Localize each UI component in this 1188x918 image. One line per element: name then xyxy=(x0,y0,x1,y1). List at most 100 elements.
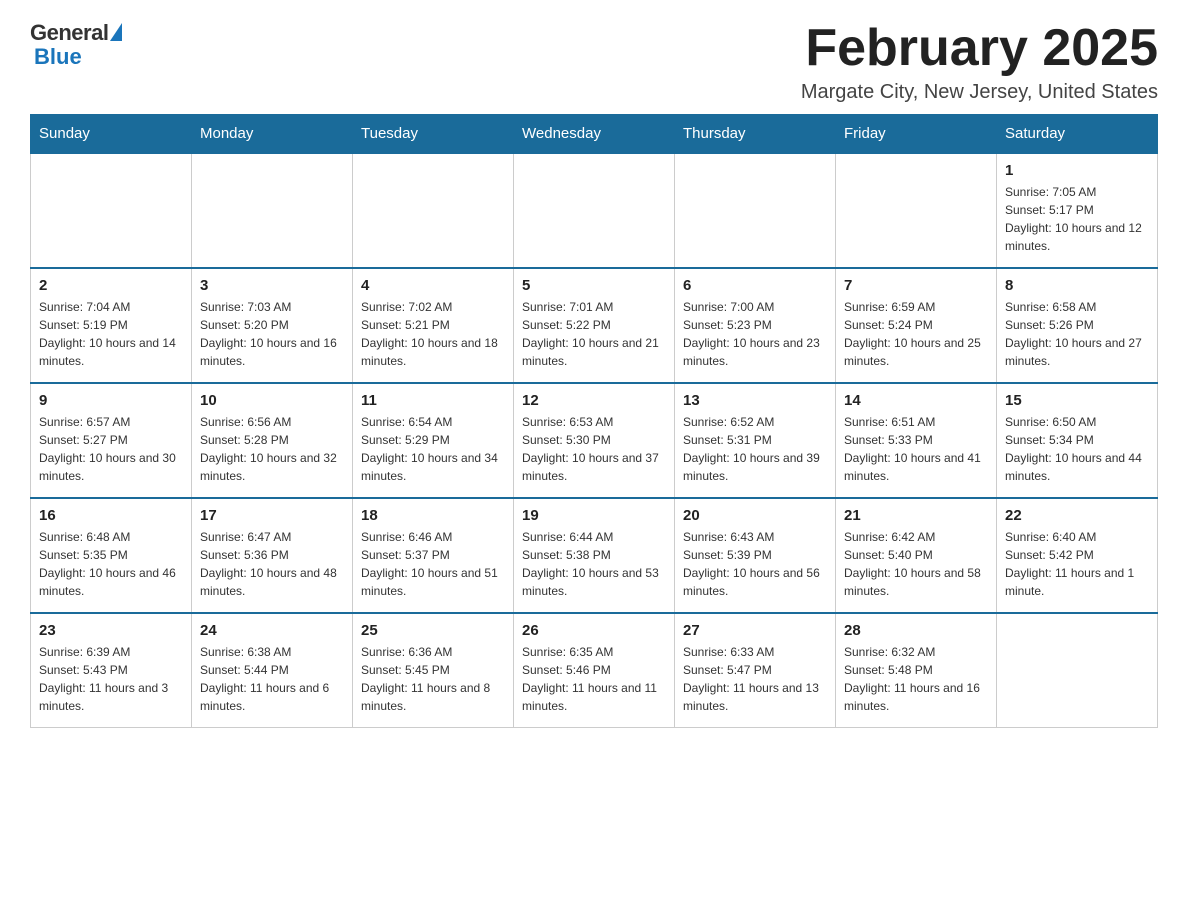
day-info: Sunrise: 6:54 AMSunset: 5:29 PMDaylight:… xyxy=(361,413,505,485)
day-info: Sunrise: 6:38 AMSunset: 5:44 PMDaylight:… xyxy=(200,643,344,715)
location-subtitle: Margate City, New Jersey, United States xyxy=(801,81,1158,104)
day-info: Sunrise: 6:36 AMSunset: 5:45 PMDaylight:… xyxy=(361,643,505,715)
table-row xyxy=(192,153,353,268)
calendar-table: Sunday Monday Tuesday Wednesday Thursday… xyxy=(30,114,1158,728)
header-thursday: Thursday xyxy=(675,115,836,154)
day-info: Sunrise: 6:47 AMSunset: 5:36 PMDaylight:… xyxy=(200,528,344,600)
header-friday: Friday xyxy=(836,115,997,154)
table-row: 20Sunrise: 6:43 AMSunset: 5:39 PMDayligh… xyxy=(675,498,836,613)
day-number: 26 xyxy=(522,622,666,639)
table-row xyxy=(31,153,192,268)
table-row: 21 Sunrise: 6:42 AMSunset: 5:40 PMDayligh… xyxy=(836,498,997,613)
day-number: 22 xyxy=(1005,507,1149,524)
day-number: 14 xyxy=(844,392,988,409)
table-row: 17 Sunrise: 6:47 AMSunset: 5:36 PMDayligh… xyxy=(192,498,353,613)
day-number: 7 xyxy=(844,277,988,294)
table-row: 27 Sunrise: 6:33 AMSunset: 5:47 PMDayligh… xyxy=(675,613,836,728)
day-number: 27 xyxy=(683,622,827,639)
table-row: 25 Sunrise: 6:36 AMSunset: 5:45 PMDayligh… xyxy=(353,613,514,728)
calendar-week-row: 16 Sunrise: 6:48 AMSunset: 5:35 PMDayligh… xyxy=(31,498,1158,613)
day-info: Sunrise: 6:39 AMSunset: 5:43 PMDaylight:… xyxy=(39,643,183,715)
day-number: 24 xyxy=(200,622,344,639)
table-row: 7 Sunrise: 6:59 AMSunset: 5:24 PMDaylight… xyxy=(836,268,997,383)
day-number: 5 xyxy=(522,277,666,294)
header-saturday: Saturday xyxy=(997,115,1158,154)
table-row xyxy=(675,153,836,268)
calendar-week-row: 1 Sunrise: 7:05 AMSunset: 5:17 PMDaylight… xyxy=(31,153,1158,268)
month-title: February 2025 xyxy=(801,20,1158,77)
day-info: Sunrise: 6:32 AMSunset: 5:48 PMDaylight:… xyxy=(844,643,988,715)
table-row: 23 Sunrise: 6:39 AMSunset: 5:43 PMDayligh… xyxy=(31,613,192,728)
day-number: 23 xyxy=(39,622,183,639)
day-number: 8 xyxy=(1005,277,1149,294)
day-number: 11 xyxy=(361,392,505,409)
table-row: 1 Sunrise: 7:05 AMSunset: 5:17 PMDaylight… xyxy=(997,153,1158,268)
table-row: 3 Sunrise: 7:03 AMSunset: 5:20 PMDaylight… xyxy=(192,268,353,383)
day-info: Sunrise: 6:57 AMSunset: 5:27 PMDaylight:… xyxy=(39,413,183,485)
logo: General Blue xyxy=(30,20,122,70)
day-info: Sunrise: 6:48 AMSunset: 5:35 PMDaylight:… xyxy=(39,528,183,600)
table-row: 19 Sunrise: 6:44 AMSunset: 5:38 PMDayligh… xyxy=(514,498,675,613)
day-number: 25 xyxy=(361,622,505,639)
table-row: 14 Sunrise: 6:51 AMSunset: 5:33 PMDayligh… xyxy=(836,383,997,498)
table-row: 22 Sunrise: 6:40 AMSunset: 5:42 PMDayligh… xyxy=(997,498,1158,613)
logo-general-text: General xyxy=(30,20,108,46)
logo-blue-text: Blue xyxy=(30,44,82,70)
table-row: 2Sunrise: 7:04 AMSunset: 5:19 PMDaylight… xyxy=(31,268,192,383)
table-row xyxy=(836,153,997,268)
day-number: 12 xyxy=(522,392,666,409)
header-wednesday: Wednesday xyxy=(514,115,675,154)
table-row: 5 Sunrise: 7:01 AMSunset: 5:22 PMDaylight… xyxy=(514,268,675,383)
day-info: Sunrise: 6:52 AMSunset: 5:31 PMDaylight:… xyxy=(683,413,827,485)
day-info: Sunrise: 6:46 AMSunset: 5:37 PMDaylight:… xyxy=(361,528,505,600)
day-info: Sunrise: 6:33 AMSunset: 5:47 PMDaylight:… xyxy=(683,643,827,715)
day-info: Sunrise: 7:04 AMSunset: 5:19 PMDaylight:… xyxy=(39,298,183,370)
day-number: 9 xyxy=(39,392,183,409)
day-number: 18 xyxy=(361,507,505,524)
table-row: 26 Sunrise: 6:35 AMSunset: 5:46 PMDayligh… xyxy=(514,613,675,728)
table-row: 15Sunrise: 6:50 AMSunset: 5:34 PMDayligh… xyxy=(997,383,1158,498)
calendar-week-row: 2Sunrise: 7:04 AMSunset: 5:19 PMDaylight… xyxy=(31,268,1158,383)
table-row: 8Sunrise: 6:58 AMSunset: 5:26 PMDaylight… xyxy=(997,268,1158,383)
table-row: 18 Sunrise: 6:46 AMSunset: 5:37 PMDayligh… xyxy=(353,498,514,613)
day-info: Sunrise: 6:40 AMSunset: 5:42 PMDaylight:… xyxy=(1005,528,1149,600)
day-number: 19 xyxy=(522,507,666,524)
day-number: 16 xyxy=(39,507,183,524)
day-info: Sunrise: 6:35 AMSunset: 5:46 PMDaylight:… xyxy=(522,643,666,715)
day-info: Sunrise: 7:00 AMSunset: 5:23 PMDaylight:… xyxy=(683,298,827,370)
day-info: Sunrise: 6:44 AMSunset: 5:38 PMDaylight:… xyxy=(522,528,666,600)
table-row: 28 Sunrise: 6:32 AMSunset: 5:48 PMDayligh… xyxy=(836,613,997,728)
table-row: 10Sunrise: 6:56 AMSunset: 5:28 PMDayligh… xyxy=(192,383,353,498)
day-number: 17 xyxy=(200,507,344,524)
day-number: 3 xyxy=(200,277,344,294)
header-sunday: Sunday xyxy=(31,115,192,154)
table-row: 12 Sunrise: 6:53 AMSunset: 5:30 PMDayligh… xyxy=(514,383,675,498)
day-number: 28 xyxy=(844,622,988,639)
day-info: Sunrise: 6:56 AMSunset: 5:28 PMDaylight:… xyxy=(200,413,344,485)
table-row: 9 Sunrise: 6:57 AMSunset: 5:27 PMDaylight… xyxy=(31,383,192,498)
day-info: Sunrise: 7:05 AMSunset: 5:17 PMDaylight:… xyxy=(1005,183,1149,255)
day-info: Sunrise: 6:59 AMSunset: 5:24 PMDaylight:… xyxy=(844,298,988,370)
header-tuesday: Tuesday xyxy=(353,115,514,154)
calendar-week-row: 9 Sunrise: 6:57 AMSunset: 5:27 PMDaylight… xyxy=(31,383,1158,498)
calendar-header-row: Sunday Monday Tuesday Wednesday Thursday… xyxy=(31,115,1158,154)
day-info: Sunrise: 6:51 AMSunset: 5:33 PMDaylight:… xyxy=(844,413,988,485)
day-number: 1 xyxy=(1005,162,1149,179)
page-header: General Blue February 2025 Margate City,… xyxy=(30,20,1158,104)
day-info: Sunrise: 7:02 AMSunset: 5:21 PMDaylight:… xyxy=(361,298,505,370)
table-row xyxy=(353,153,514,268)
day-number: 21 xyxy=(844,507,988,524)
day-info: Sunrise: 7:03 AMSunset: 5:20 PMDaylight:… xyxy=(200,298,344,370)
day-number: 15 xyxy=(1005,392,1149,409)
day-info: Sunrise: 7:01 AMSunset: 5:22 PMDaylight:… xyxy=(522,298,666,370)
day-info: Sunrise: 6:53 AMSunset: 5:30 PMDaylight:… xyxy=(522,413,666,485)
table-row: 11 Sunrise: 6:54 AMSunset: 5:29 PMDayligh… xyxy=(353,383,514,498)
table-row xyxy=(514,153,675,268)
header-monday: Monday xyxy=(192,115,353,154)
table-row: 6Sunrise: 7:00 AMSunset: 5:23 PMDaylight… xyxy=(675,268,836,383)
logo-triangle-icon xyxy=(110,23,122,41)
table-row: 16 Sunrise: 6:48 AMSunset: 5:35 PMDayligh… xyxy=(31,498,192,613)
calendar-week-row: 23 Sunrise: 6:39 AMSunset: 5:43 PMDayligh… xyxy=(31,613,1158,728)
table-row: 13Sunrise: 6:52 AMSunset: 5:31 PMDayligh… xyxy=(675,383,836,498)
day-info: Sunrise: 6:42 AMSunset: 5:40 PMDaylight:… xyxy=(844,528,988,600)
